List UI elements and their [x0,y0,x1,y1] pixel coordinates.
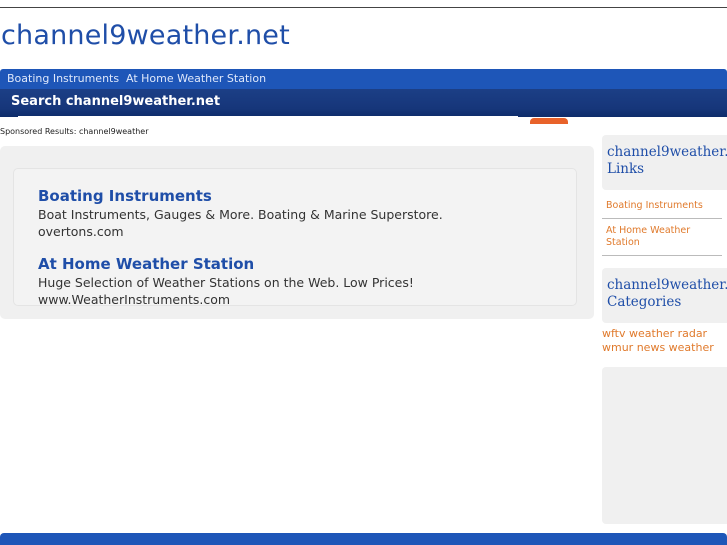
sidebar-categories-box: channel9weather.net Categories [602,268,727,323]
top-divider [0,7,727,8]
sidebar-links-box: channel9weather.net Links [602,135,727,190]
footer-bar [0,533,727,545]
search-bar: Search channel9weather.net [0,89,727,117]
sidebar-divider [602,218,722,219]
result-description: Boat Instruments, Gauges & More. Boating… [38,207,443,222]
category-link-wmur-news-weather[interactable]: wmur news weather [602,341,714,354]
result-item: At Home Weather Station Huge Selection o… [38,255,414,305]
sidebar-links-heading: channel9weather.net Links [602,135,727,178]
result-title-link[interactable]: At Home Weather Station [38,255,414,273]
search-button[interactable] [530,118,568,124]
result-description: Huge Selection of Weather Stations on th… [38,275,414,290]
sidebar-links-heading-line1: channel9weather.net [607,144,727,160]
results-box: Boating Instruments Boat Instruments, Ga… [13,168,577,306]
sidebar-link-boating-instruments[interactable]: Boating Instruments [606,200,703,212]
sidebar-ad-placeholder [602,367,727,524]
category-link-wftv-weather-radar[interactable]: wftv weather radar [602,327,707,340]
sidebar-categories-heading: channel9weather.net Categories [602,268,727,311]
search-title: Search channel9weather.net [11,94,221,109]
result-url[interactable]: www.WeatherInstruments.com [38,292,414,305]
nav-link-home-weather-station[interactable]: At Home Weather Station [126,72,266,85]
result-title-link[interactable]: Boating Instruments [38,187,443,205]
search-input[interactable] [18,116,518,124]
sponsored-results-label: Sponsored Results: channel9weather [0,127,149,136]
site-title: channel9weather.net [1,20,290,51]
nav-bar: Boating Instruments At Home Weather Stat… [0,69,727,89]
result-url[interactable]: overtons.com [38,224,443,239]
sidebar-categories-heading-line2: Categories [607,294,682,310]
sidebar-divider [602,255,722,256]
sidebar-categories-heading-line1: channel9weather.net [607,277,727,293]
result-item: Boating Instruments Boat Instruments, Ga… [38,187,443,239]
nav-link-boating-instruments[interactable]: Boating Instruments [7,72,119,85]
sidebar-links-heading-line2: Links [607,161,645,177]
sidebar-link-home-weather-station[interactable]: At Home Weather Station [606,225,706,249]
